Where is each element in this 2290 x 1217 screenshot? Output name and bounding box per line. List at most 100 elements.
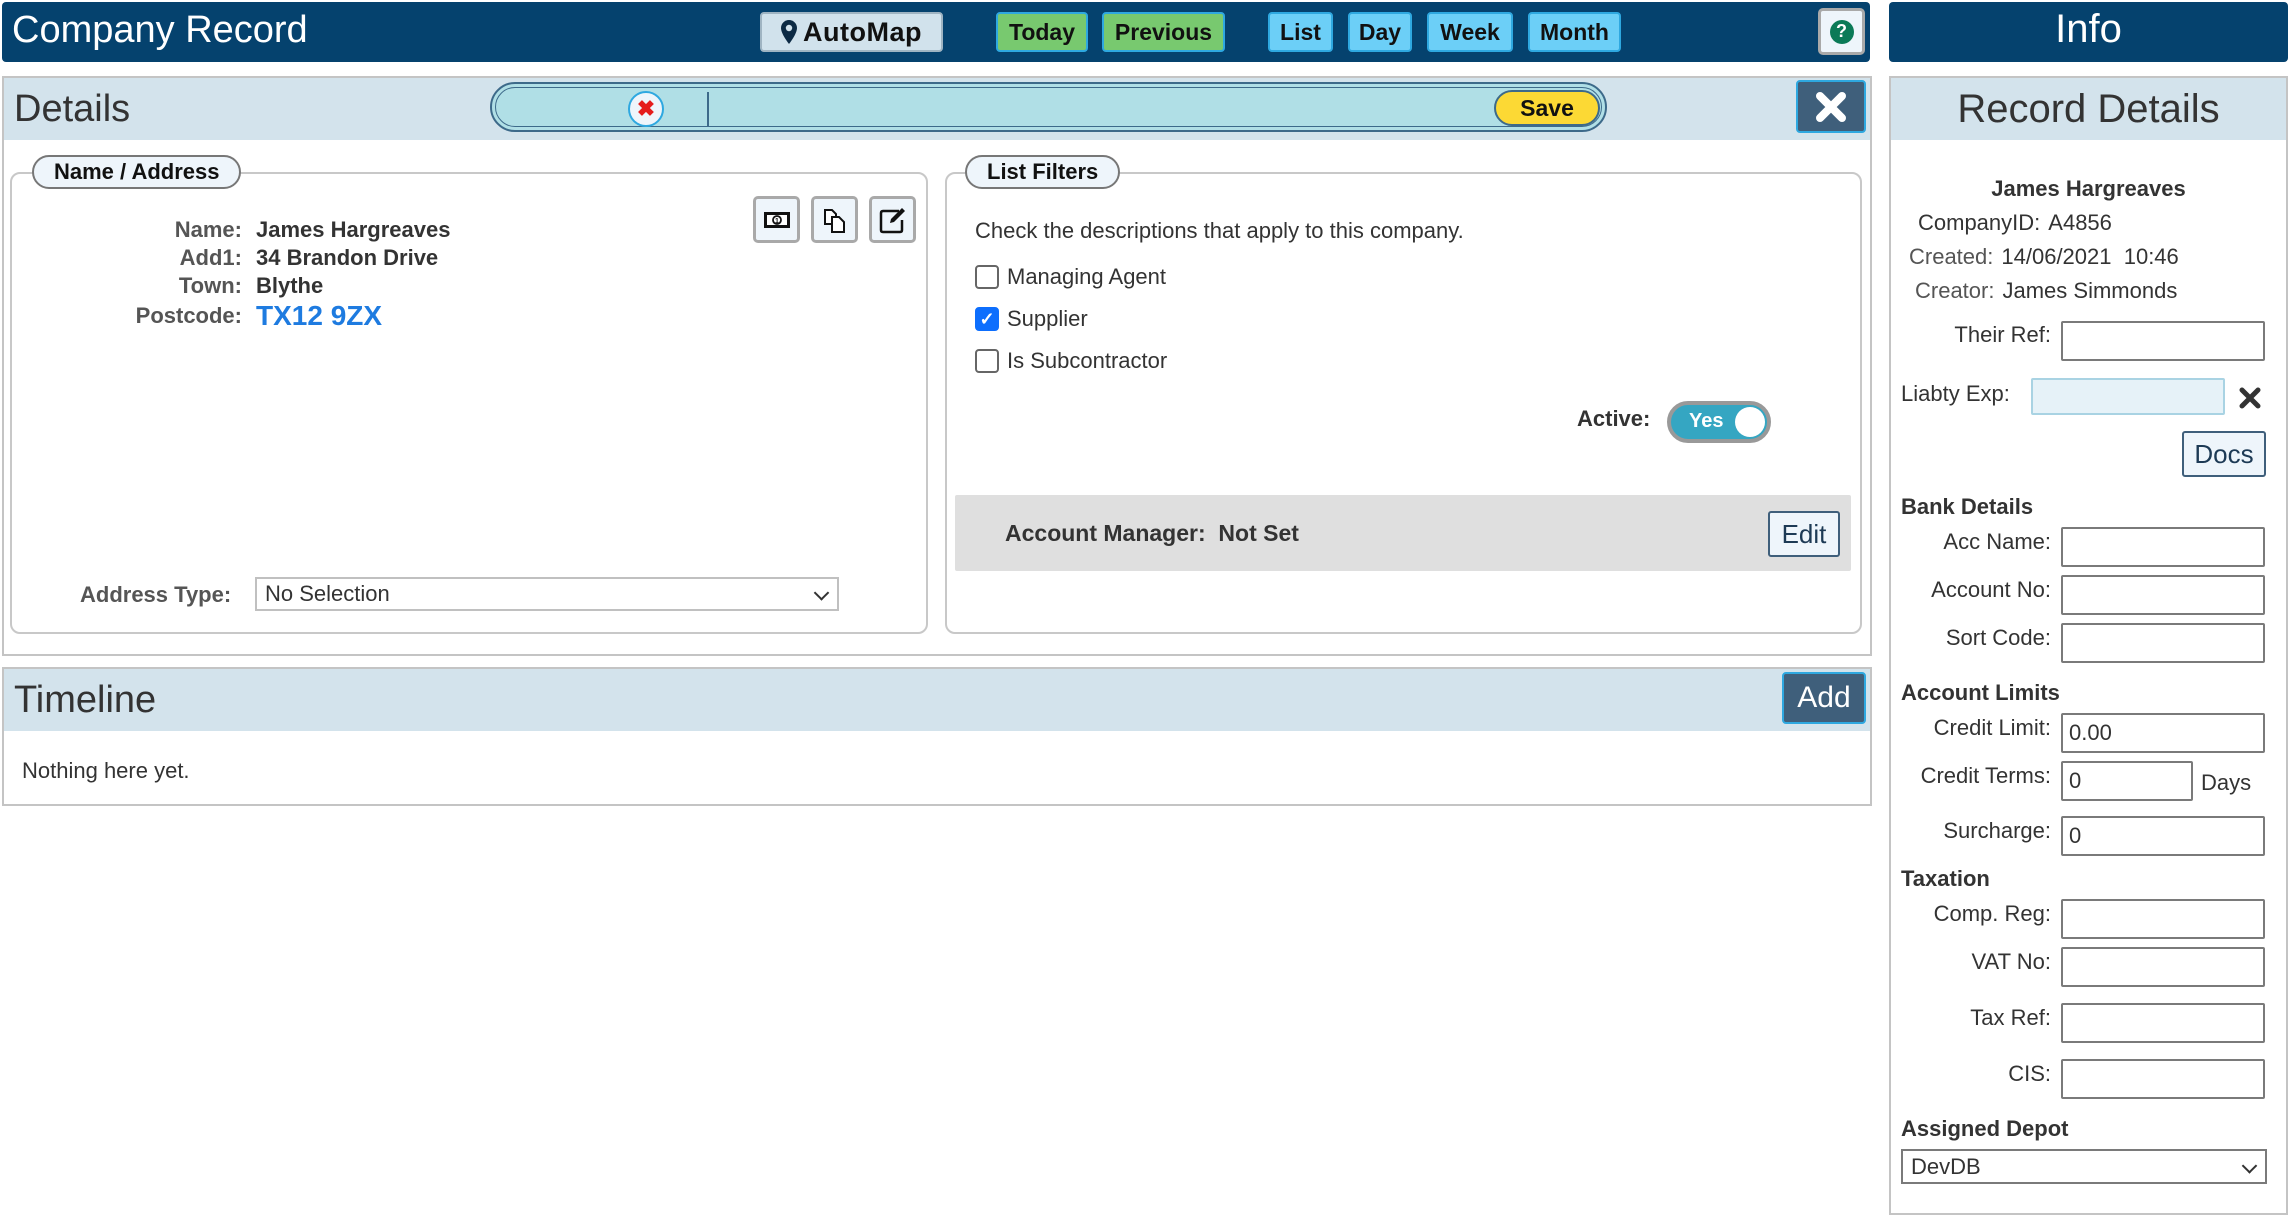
week-view-button[interactable]: Week xyxy=(1427,12,1513,52)
comp-reg-label: Comp. Reg: xyxy=(1933,901,2051,926)
clear-liability-button[interactable] xyxy=(2239,387,2261,414)
chevron-down-icon xyxy=(2241,1157,2258,1174)
copy-icon xyxy=(823,208,845,233)
name-address-legend: Name / Address xyxy=(32,155,242,189)
taxation-heading: Taxation xyxy=(1901,866,1990,891)
company-id-row: CompanyID: A4856 xyxy=(1918,210,2112,236)
list-filters-description: Check the descriptions that apply to thi… xyxy=(975,218,1464,243)
edit-address-button[interactable] xyxy=(869,196,916,243)
name-value: James Hargreaves xyxy=(256,217,451,242)
postcode-link[interactable]: TX12 9ZX xyxy=(256,300,382,332)
day-view-button[interactable]: Day xyxy=(1348,12,1412,52)
previous-button[interactable]: Previous xyxy=(1102,12,1225,52)
vat-no-input[interactable] xyxy=(2061,947,2265,987)
assigned-depot-select[interactable]: DevDB xyxy=(1901,1149,2267,1184)
company-id-value: A4856 xyxy=(2048,210,2112,235)
assigned-depot-value: DevDB xyxy=(1911,1153,1981,1179)
timeline-title: Timeline xyxy=(14,679,157,721)
add1-label: Add1: xyxy=(179,245,242,270)
active-toggle[interactable]: Yes xyxy=(1667,401,1771,443)
address-block: Name: James Hargreaves Add1: 34 Brandon … xyxy=(10,216,451,332)
page-title: Company Record xyxy=(12,9,308,51)
help-icon: ? xyxy=(1829,19,1854,44)
comp-reg-input[interactable] xyxy=(2061,899,2265,939)
record-name: James Hargreaves xyxy=(1991,176,2186,201)
quick-search-input[interactable] xyxy=(717,90,1487,126)
help-button[interactable]: ? xyxy=(1818,8,1865,55)
address-type-value: No Selection xyxy=(265,581,390,606)
tax-ref-label: Tax Ref: xyxy=(1970,1005,2051,1030)
postcode-row: Postcode: TX12 9ZX xyxy=(10,300,450,332)
cis-input[interactable] xyxy=(2061,1059,2265,1099)
edit-icon xyxy=(879,207,905,233)
info-header: Info xyxy=(1889,2,2288,62)
edit-account-manager-button[interactable]: Edit xyxy=(1768,511,1840,557)
liability-exp-label: Liabty Exp: xyxy=(1901,381,2010,406)
town-row: Town: Blythe xyxy=(10,272,450,300)
save-button[interactable]: Save xyxy=(1494,90,1600,126)
active-label: Active: xyxy=(1577,406,1651,431)
company-id-label: CompanyID: xyxy=(1918,210,2041,235)
their-ref-label: Their Ref: xyxy=(1954,322,2051,347)
created-label: Created: xyxy=(1909,244,1994,269)
list-view-button[interactable]: List xyxy=(1268,12,1333,52)
timeline-header: Timeline xyxy=(4,669,1870,731)
acc-name-input[interactable] xyxy=(2061,527,2265,567)
automap-button[interactable]: AutoMap xyxy=(760,12,943,52)
surcharge-input[interactable] xyxy=(2061,816,2265,856)
name-row: Name: James Hargreaves xyxy=(10,216,451,244)
creator-value: James Simmonds xyxy=(2002,278,2178,303)
list-filters-legend: List Filters xyxy=(965,155,1121,189)
checkbox-supplier[interactable]: ✓ xyxy=(975,307,999,331)
acc-name-label: Acc Name: xyxy=(1943,529,2051,554)
sort-code-input[interactable] xyxy=(2061,623,2265,663)
finance-button[interactable]: 1 xyxy=(753,196,800,243)
filter-is-subcontractor[interactable]: Is Subcontractor xyxy=(975,348,1167,374)
account-manager: Account Manager: Not Set xyxy=(1005,520,1299,547)
copy-button[interactable] xyxy=(811,196,858,243)
checkbox-is-subcontractor[interactable] xyxy=(975,349,999,373)
timeline-empty-text: Nothing here yet. xyxy=(22,758,190,783)
their-ref-input[interactable] xyxy=(2061,321,2265,361)
filter-managing-agent[interactable]: Managing Agent xyxy=(975,264,1166,290)
automap-label: AutoMap xyxy=(803,16,922,47)
address-type-select[interactable]: No Selection xyxy=(255,577,839,611)
banknote-icon: 1 xyxy=(763,211,790,228)
created-row: Created: 14/06/2021 10:46 xyxy=(1909,244,2179,270)
quick-search-bar: ✖ Save xyxy=(490,82,1607,132)
town-value: Blythe xyxy=(256,273,324,298)
credit-limit-label: Credit Limit: xyxy=(1933,715,2051,740)
add1-row: Add1: 34 Brandon Drive xyxy=(10,244,450,272)
record-details-header: Record Details xyxy=(1891,78,2286,140)
docs-button[interactable]: Docs xyxy=(2182,431,2266,477)
close-details-button[interactable] xyxy=(1796,80,1866,133)
account-no-input[interactable] xyxy=(2061,575,2265,615)
account-no-label: Account No: xyxy=(1931,577,2051,602)
clear-search-button[interactable]: ✖ xyxy=(628,91,664,127)
month-view-button[interactable]: Month xyxy=(1528,12,1621,52)
close-icon xyxy=(2239,387,2261,409)
liability-exp-input[interactable] xyxy=(2031,378,2225,415)
add-timeline-button[interactable]: Add xyxy=(1782,672,1866,724)
checkbox-label: Is Subcontractor xyxy=(1007,348,1168,373)
tax-ref-input[interactable] xyxy=(2061,1003,2265,1043)
filter-supplier[interactable]: ✓ Supplier xyxy=(975,306,1088,332)
creator-row: Creator: James Simmonds xyxy=(1915,278,2177,304)
created-value: 14/06/2021 10:46 xyxy=(2001,244,2179,269)
creator-label: Creator: xyxy=(1915,278,1995,303)
vat-no-label: VAT No: xyxy=(1971,949,2051,974)
cis-label: CIS: xyxy=(2008,1061,2051,1086)
svg-text:1: 1 xyxy=(775,218,779,225)
credit-terms-input[interactable] xyxy=(2061,761,2193,801)
assigned-depot-heading: Assigned Depot xyxy=(1901,1116,2069,1141)
town-label: Town: xyxy=(178,273,242,298)
address-type-label: Address Type: xyxy=(80,582,232,607)
account-manager-value: Not Set xyxy=(1218,520,1299,546)
details-title: Details xyxy=(14,88,131,130)
timeline-panel: Timeline xyxy=(2,667,1872,806)
checkbox-managing-agent[interactable] xyxy=(975,265,999,289)
account-manager-bar: Account Manager: Not Set Edit xyxy=(955,495,1851,571)
credit-limit-input[interactable] xyxy=(2061,713,2265,753)
today-button[interactable]: Today xyxy=(996,12,1088,52)
toggle-knob xyxy=(1735,407,1765,437)
